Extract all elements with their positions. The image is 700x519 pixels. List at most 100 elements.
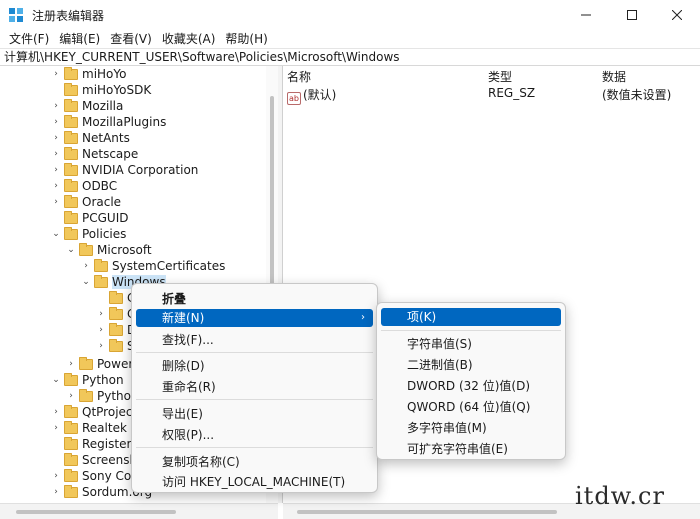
tree-node[interactable]: ⌄ Python: [50, 372, 124, 388]
submenu-item-binary-value[interactable]: 二进制值(B): [381, 356, 561, 374]
tree-node[interactable]: › MozillaPlugins: [50, 114, 166, 130]
folder-icon: [64, 114, 78, 128]
column-header-type[interactable]: 类型: [488, 68, 512, 85]
expand-icon[interactable]: ›: [95, 325, 107, 335]
folder-icon: [94, 274, 108, 288]
folder-icon: [64, 210, 78, 224]
submenu-item-string-value[interactable]: 字符串值(S): [381, 335, 561, 353]
expand-icon[interactable]: ›: [50, 149, 62, 159]
menu-item-copy-key-name[interactable]: 复制项名称(C): [136, 453, 373, 471]
folder-icon: [64, 420, 78, 434]
tree-node[interactable]: › SystemCertificates: [80, 258, 225, 274]
tree-horizontal-scrollbar[interactable]: [0, 503, 278, 519]
context-menu: 折叠 新建(N) › 查找(F)... 删除(D) 重命名(R) 导出(E) 权限…: [131, 283, 378, 493]
tree-node[interactable]: › NetAnts: [50, 130, 130, 146]
menu-file[interactable]: 文件(F): [4, 30, 54, 48]
expand-icon[interactable]: ›: [50, 471, 62, 481]
folder-icon: [64, 372, 78, 386]
folder-icon: [64, 404, 78, 418]
title-bar: 注册表编辑器: [0, 0, 700, 30]
folder-icon: [64, 66, 78, 80]
menu-item-new[interactable]: 新建(N) ›: [136, 309, 373, 327]
expand-icon[interactable]: ›: [95, 309, 107, 319]
value-row-data: (数值未设置): [602, 88, 672, 102]
menu-item-collapse[interactable]: 折叠: [136, 290, 373, 308]
tree-node[interactable]: › Mozilla: [50, 98, 123, 114]
folder-icon: [64, 484, 78, 498]
tree-node[interactable]: › Netscape: [50, 146, 138, 162]
tree-node[interactable]: › Oracle: [50, 194, 121, 210]
folder-icon: [64, 130, 78, 144]
tree-node[interactable]: › Power: [65, 356, 133, 372]
tree-node[interactable]: › Pytho: [65, 388, 131, 404]
folder-icon: [64, 194, 78, 208]
expand-icon[interactable]: ›: [95, 341, 107, 351]
column-header-name[interactable]: 名称: [287, 68, 311, 85]
address-bar[interactable]: 计算机\HKEY_CURRENT_USER\Software\Policies\…: [0, 48, 700, 66]
expand-icon[interactable]: ›: [50, 423, 62, 433]
scroll-thumb[interactable]: [16, 510, 176, 514]
submenu-item-multi-string-value[interactable]: 多字符串值(M): [381, 419, 561, 437]
tree-node[interactable]: ›C: [95, 306, 135, 322]
tree-node[interactable]: ⌄ Microsoft: [65, 242, 152, 258]
folder-icon: [79, 356, 93, 370]
expand-icon[interactable]: ›: [50, 487, 62, 497]
folder-icon: [64, 82, 78, 96]
chevron-right-icon: ›: [361, 312, 365, 323]
menu-view[interactable]: 查看(V): [105, 30, 157, 48]
tree-node[interactable]: miHoYoSDK: [50, 82, 151, 98]
value-row-name[interactable]: ab (默认): [287, 86, 336, 105]
menu-item-find[interactable]: 查找(F)...: [136, 331, 373, 349]
expand-icon[interactable]: ›: [50, 101, 62, 111]
expand-icon[interactable]: ›: [50, 165, 62, 175]
collapse-icon[interactable]: ⌄: [65, 245, 77, 255]
menu-item-visit-hklm[interactable]: 访问 HKEY_LOCAL_MACHINE(T): [136, 473, 373, 491]
expand-icon[interactable]: ›: [50, 197, 62, 207]
submenu-item-key[interactable]: 项(K): [381, 308, 561, 326]
menu-favorites[interactable]: 收藏夹(A): [157, 30, 221, 48]
tree-node[interactable]: › ODBC: [50, 178, 117, 194]
tree-node[interactable]: Registere: [50, 436, 139, 452]
close-button[interactable]: [654, 0, 700, 30]
string-value-icon: ab: [287, 92, 301, 105]
submenu-item-expandable-string-value[interactable]: 可扩充字符串值(E): [381, 440, 561, 458]
expand-icon[interactable]: ›: [65, 359, 77, 369]
menu-separator: [136, 352, 373, 353]
tree-node[interactable]: ›S: [95, 338, 135, 354]
folder-icon: [79, 242, 93, 256]
scroll-thumb[interactable]: [297, 510, 557, 514]
expand-icon[interactable]: ›: [50, 181, 62, 191]
collapse-icon[interactable]: ⌄: [80, 277, 92, 287]
menu-edit[interactable]: 编辑(E): [54, 30, 105, 48]
expand-icon[interactable]: ›: [50, 117, 62, 127]
folder-icon: [64, 468, 78, 482]
expand-icon[interactable]: ›: [50, 133, 62, 143]
tree-node[interactable]: Screensh: [50, 452, 137, 468]
tree-node[interactable]: › Sony Cor: [50, 468, 136, 484]
column-header-data[interactable]: 数据: [602, 68, 626, 85]
expand-icon[interactable]: ›: [50, 407, 62, 417]
tree-node[interactable]: ⌄ Policies: [50, 226, 126, 242]
menu-item-rename[interactable]: 重命名(R): [136, 378, 373, 396]
expand-icon[interactable]: ›: [65, 391, 77, 401]
menu-item-delete[interactable]: 删除(D): [136, 357, 373, 375]
minimize-button[interactable]: [563, 0, 609, 30]
tree-node[interactable]: C: [95, 290, 135, 306]
tree-node[interactable]: › Realtek: [50, 420, 127, 436]
tree-node[interactable]: › QtProjec: [50, 404, 133, 420]
menu-item-export[interactable]: 导出(E): [136, 405, 373, 423]
tree-node[interactable]: › NVIDIA Corporation: [50, 162, 198, 178]
collapse-icon[interactable]: ⌄: [50, 229, 62, 239]
submenu-item-dword-value[interactable]: DWORD (32 位)值(D): [381, 377, 561, 395]
menu-item-permissions[interactable]: 权限(P)...: [136, 426, 373, 444]
maximize-button[interactable]: [609, 0, 655, 30]
new-submenu: 项(K) 字符串值(S) 二进制值(B) DWORD (32 位)值(D) QW…: [376, 302, 566, 460]
tree-node[interactable]: PCGUID: [50, 210, 128, 226]
minimize-icon: [581, 14, 591, 16]
expand-icon[interactable]: ›: [80, 261, 92, 271]
collapse-icon[interactable]: ⌄: [50, 375, 62, 385]
tree-node[interactable]: › miHoYo: [50, 66, 126, 82]
menu-help[interactable]: 帮助(H): [220, 30, 272, 48]
expand-icon[interactable]: ›: [50, 69, 62, 79]
submenu-item-qword-value[interactable]: QWORD (64 位)值(Q): [381, 398, 561, 416]
